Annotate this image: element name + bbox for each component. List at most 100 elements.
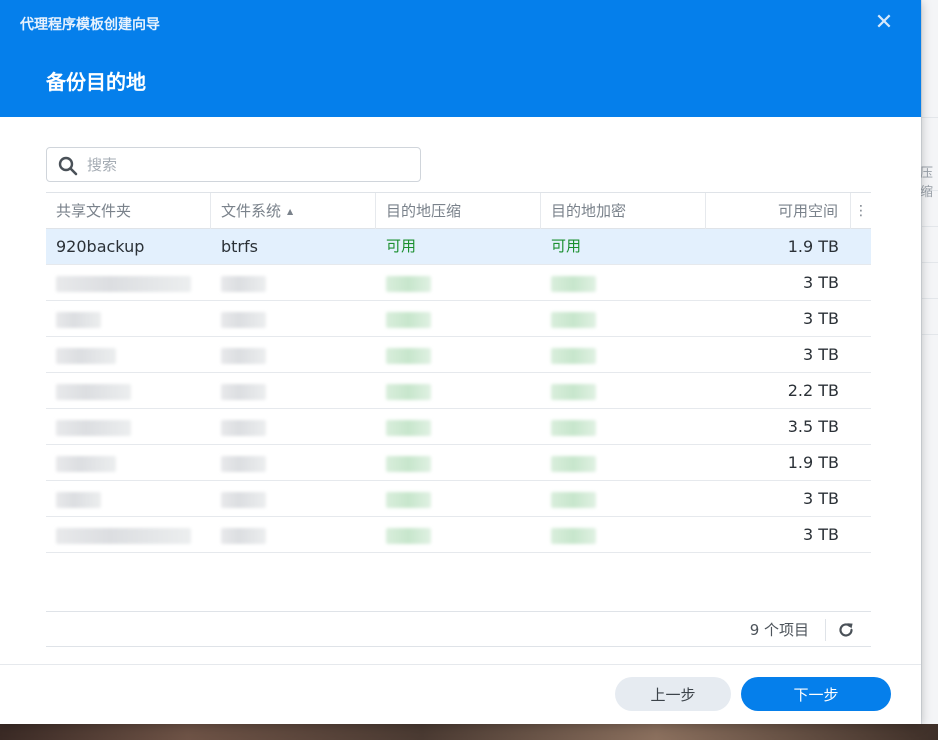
redacted-value <box>386 491 431 508</box>
cell-encryption <box>541 301 706 336</box>
close-icon[interactable]: ✕ <box>873 12 895 34</box>
redacted-value <box>221 527 266 544</box>
search-input[interactable] <box>87 154 407 176</box>
table-row[interactable]: 3.5 TB <box>46 409 871 445</box>
search-icon <box>58 156 78 176</box>
redacted-value <box>56 491 101 508</box>
cell-compression <box>376 481 541 516</box>
cell-free-space: 3 TB <box>802 489 839 508</box>
cell-shared-folder <box>46 409 211 444</box>
redacted-value <box>56 419 131 436</box>
cell-compression <box>376 409 541 444</box>
cell-free-space: 2.2 TB <box>787 381 839 400</box>
redacted-value <box>221 275 266 292</box>
redacted-value <box>56 347 116 364</box>
cell-shared-folder: 920backup <box>56 237 145 256</box>
table-row[interactable]: 3 TB <box>46 517 871 553</box>
redacted-value <box>56 455 116 472</box>
redacted-value <box>221 347 266 364</box>
grid-footer: 9 个项目 <box>46 611 871 647</box>
cell-compression <box>376 337 541 372</box>
cell-filesystem <box>211 373 376 408</box>
cell-filesystem <box>211 409 376 444</box>
table-row[interactable]: 3 TB <box>46 481 871 517</box>
cell-filesystem <box>211 517 376 552</box>
redacted-value <box>221 383 266 400</box>
cell-free-space: 1.9 TB <box>787 453 839 472</box>
grid-header: 共享文件夹 文件系统 ▲ 目的地压缩 目的地加密 可用空间 ⋮ <box>46 192 871 229</box>
background-app: 压缩 <box>920 0 938 740</box>
dialog-footer: 上一步 下一步 <box>0 664 921 724</box>
cell-encryption <box>541 265 706 300</box>
dialog-header: 代理程序模板创建向导 ✕ 备份目的地 <box>0 0 921 117</box>
redacted-value <box>221 455 266 472</box>
cell-encryption: 可用 <box>551 237 582 255</box>
cell-shared-folder <box>46 517 211 552</box>
column-header-filesystem[interactable]: 文件系统 ▲ <box>211 193 376 229</box>
table-row[interactable]: 3 TB <box>46 265 871 301</box>
cell-free-space: 1.9 TB <box>787 237 839 256</box>
table-row[interactable]: 920backup btrfs 可用 可用 1.9 TB <box>46 229 871 265</box>
cell-free-space: 3 TB <box>802 309 839 328</box>
cell-compression <box>376 517 541 552</box>
redacted-value <box>551 311 596 328</box>
redacted-value <box>386 311 431 328</box>
redacted-value <box>551 383 596 400</box>
redacted-value <box>56 311 101 328</box>
cell-compression <box>376 445 541 480</box>
cell-filesystem <box>211 301 376 336</box>
refresh-icon[interactable] <box>837 621 855 639</box>
wizard-title: 代理程序模板创建向导 <box>20 17 160 33</box>
column-label: 文件系统 <box>221 202 282 220</box>
redacted-value <box>551 275 596 292</box>
cell-encryption <box>541 337 706 372</box>
wizard-dialog: 代理程序模板创建向导 ✕ 备份目的地 共享文件夹 文件系统 ▲ 目的地压缩 目的地… <box>0 0 921 724</box>
table-row[interactable]: 1.9 TB <box>46 445 871 481</box>
table-row[interactable]: 2.2 TB <box>46 373 871 409</box>
table-row[interactable]: 3 TB <box>46 337 871 373</box>
more-vertical-icon[interactable]: ⋮ <box>851 193 871 229</box>
item-count: 9 个项目 <box>749 621 809 639</box>
cell-encryption <box>541 409 706 444</box>
cell-compression <box>376 373 541 408</box>
step-title: 备份目的地 <box>46 70 146 94</box>
sort-ascending-icon: ▲ <box>287 207 294 216</box>
redacted-value <box>221 419 266 436</box>
cell-filesystem <box>211 337 376 372</box>
cell-filesystem <box>211 445 376 480</box>
cell-free-space: 3 TB <box>802 345 839 364</box>
search-box[interactable] <box>46 147 421 182</box>
cell-filesystem <box>211 481 376 516</box>
column-header-shared-folder[interactable]: 共享文件夹 <box>46 193 211 229</box>
redacted-value <box>56 527 191 544</box>
cell-encryption <box>541 445 706 480</box>
cell-encryption <box>541 481 706 516</box>
table-row[interactable]: 3 TB <box>46 301 871 337</box>
column-label: 目的地加密 <box>551 202 627 220</box>
background-partial-text: 压缩 <box>920 166 934 200</box>
redacted-value <box>551 455 596 472</box>
column-header-encryption[interactable]: 目的地加密 <box>541 193 706 229</box>
previous-button[interactable]: 上一步 <box>615 677 731 711</box>
cell-shared-folder <box>46 265 211 300</box>
desktop-wallpaper-strip <box>0 724 938 740</box>
redacted-value <box>221 491 266 508</box>
cell-free-space: 3.5 TB <box>787 417 839 436</box>
cell-shared-folder <box>46 445 211 480</box>
redacted-value <box>386 527 431 544</box>
next-button[interactable]: 下一步 <box>741 677 891 711</box>
redacted-value <box>551 347 596 364</box>
column-label: 共享文件夹 <box>56 202 132 220</box>
column-header-compression[interactable]: 目的地压缩 <box>376 193 541 229</box>
cell-shared-folder <box>46 301 211 336</box>
grid-body: 920backup btrfs 可用 可用 1.9 TB 3 TB 3 TB 3 TB 2.2 … <box>46 229 871 553</box>
column-header-free-space[interactable]: 可用空间 <box>706 193 851 229</box>
cell-free-space: 3 TB <box>802 525 839 544</box>
footer-divider <box>825 619 826 641</box>
cell-compression <box>376 265 541 300</box>
cell-compression: 可用 <box>386 237 417 255</box>
redacted-value <box>551 527 596 544</box>
redacted-value <box>386 347 431 364</box>
redacted-value <box>56 383 131 400</box>
cell-filesystem: btrfs <box>221 237 258 256</box>
